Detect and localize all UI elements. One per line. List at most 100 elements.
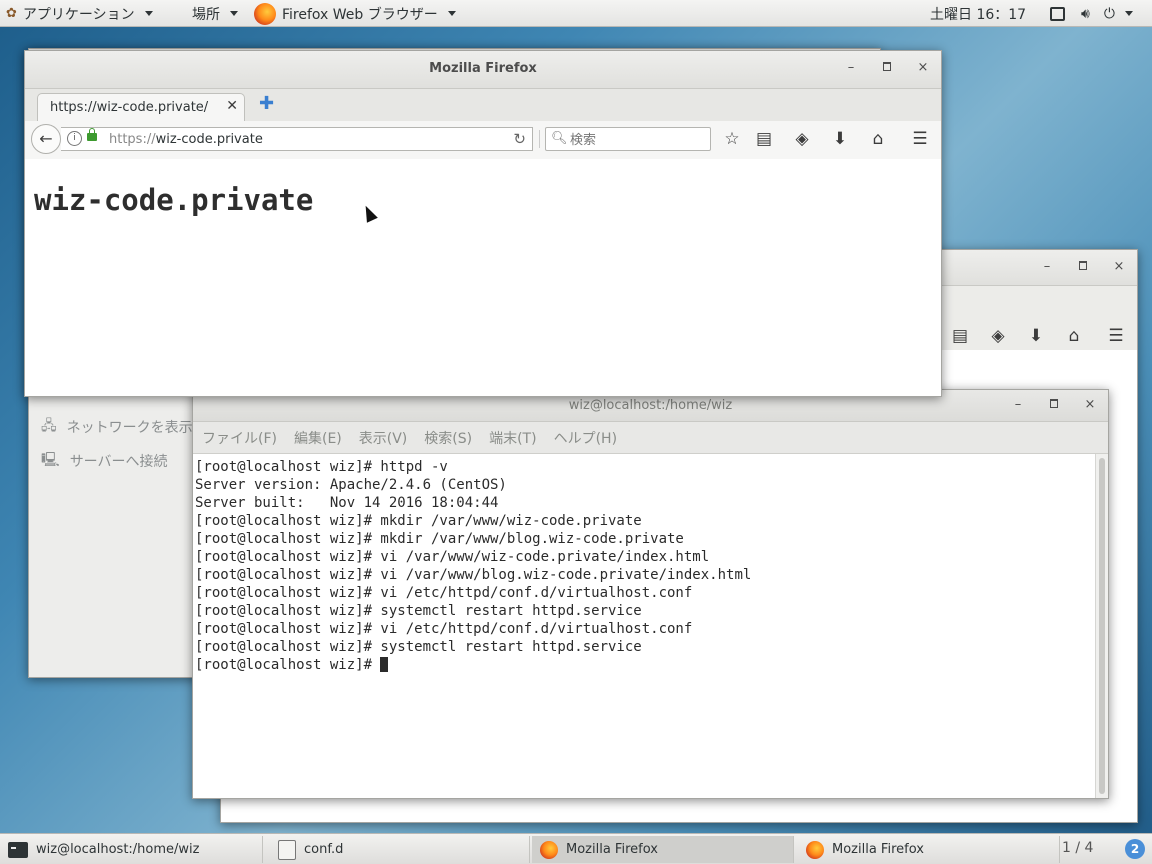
terminal-line: [root@localhost wiz]# systemctl restart … [195,603,642,619]
close-button[interactable]: × [1080,396,1100,414]
places-label: 場所 [192,6,220,23]
terminal-line: [root@localhost wiz]# vi /var/www/blog.w… [195,567,752,583]
url-bar[interactable]: i https://wiz-code.private ↻ [61,127,540,151]
terminal-menubar: ファイル(F) 編集(E) 表示(V) 検索(S) 端末(T) ヘルプ(H) [193,422,1108,454]
maximize-button[interactable] [1073,258,1093,276]
download-icon[interactable]: ⬇ [1025,326,1047,346]
applications-menu[interactable]: ✿ アプリケーション [6,4,153,23]
search-bar[interactable]: 🔍︎ [545,127,711,151]
task-label: Mozilla Firefox [566,842,658,857]
text-cursor [380,657,389,672]
new-tab-button[interactable]: ✚ [259,93,274,114]
info-icon[interactable]: i [67,131,82,146]
minimize-button[interactable]: – [1037,258,1057,276]
pocket-icon[interactable]: ◈ [791,129,813,149]
active-app-label: Firefox Web ブラウザー [282,6,438,23]
home-icon[interactable]: ⌂ [1063,326,1085,346]
hamburger-menu-icon[interactable]: ☰ [1105,326,1127,346]
chevron-down-icon [144,11,153,16]
workspace-indicator[interactable]: 1 / 4 [1062,840,1093,856]
navigation-toolbar: i https://wiz-code.private ↻ ← 🔍︎ ☆ ▤ ◈ … [25,121,941,160]
close-tab-icon[interactable]: ✕ [226,98,238,114]
file-icon [278,839,296,860]
sidebar-item-connect-server[interactable]: 🖳 サーバーへ接続 [41,449,168,473]
firefox-titlebar[interactable]: Mozilla Firefox – × [25,51,941,89]
notification-badge[interactable]: 2 [1125,839,1145,859]
url-separator [539,130,540,148]
page-heading: wiz-code.private [34,183,314,217]
firefox-icon [540,840,558,859]
reading-list-icon[interactable]: ▤ [949,326,971,346]
terminal-line: [root@localhost wiz]# vi /etc/httpd/conf… [195,585,693,601]
power-icon: ⏻ [1103,5,1115,22]
minimize-button[interactable]: – [1008,396,1028,414]
pocket-icon[interactable]: ◈ [987,326,1009,346]
firefox-window[interactable]: Mozilla Firefox – × https://wiz-code.pri… [24,50,942,397]
firefox-icon [254,2,276,25]
terminal-line: [root@localhost wiz]# systemctl restart … [195,639,642,655]
terminal-title: wiz@localhost:/home/wiz [568,398,733,413]
terminal-prompt-line: [root@localhost wiz]# [195,656,1096,674]
maximize-button[interactable] [1044,396,1064,414]
menu-terminal[interactable]: 端末(T) [489,428,536,448]
tab-label: https://wiz-code.private/ [50,100,209,115]
tab-wiz-code[interactable]: https://wiz-code.private/ ✕ [37,93,245,122]
menu-edit[interactable]: 編集(E) [294,428,342,448]
applications-label: アプリケーション [22,6,135,23]
hamburger-menu-icon[interactable]: ☰ [909,129,931,149]
menu-view[interactable]: 表示(V) [359,428,408,448]
task-conf-d[interactable]: conf.d [268,836,530,863]
server-icon: 🖳 [41,452,60,468]
network-icon: 🖧 [41,418,57,434]
clock-label: 土曜日 16：17 [930,6,1027,23]
url-scheme: https:// [109,132,156,147]
system-menu[interactable]: 🔊︎ ⏻ [1050,4,1133,23]
terminal-line: [root@localhost wiz]# vi /etc/httpd/conf… [195,621,693,637]
firefox-title: Mozilla Firefox [429,61,537,76]
tab-strip: https://wiz-code.private/ ✕ ✚ [25,89,941,122]
volume-icon: 🔊︎ [1081,5,1090,22]
close-button[interactable]: × [913,59,933,77]
reload-icon[interactable]: ↻ [513,130,526,148]
sidebar-item-label: サーバーへ接続 [69,454,168,470]
task-firefox-1[interactable]: Mozilla Firefox [532,836,794,863]
window-icon [1050,6,1065,21]
back-button[interactable]: ← [31,124,61,154]
task-terminal[interactable]: wiz@localhost:/home/wiz [0,836,263,863]
menu-help[interactable]: ヘルプ(H) [554,428,617,448]
terminal-output[interactable]: [root@localhost wiz]# httpd -v Server ver… [193,454,1096,798]
chevron-down-icon [230,11,238,16]
search-input[interactable] [568,130,710,150]
lock-icon[interactable] [87,128,97,141]
terminal-line: [root@localhost wiz]# mkdir /var/www/wiz… [195,513,642,529]
close-button[interactable]: × [1109,258,1129,276]
reading-list-icon[interactable]: ▤ [753,129,775,149]
page-content[interactable]: wiz-code.private [25,159,941,396]
chevron-down-icon [1124,11,1133,16]
sidebar-item-network[interactable]: 🖧 ネットワークを表示 [41,415,193,439]
download-icon[interactable]: ⬇ [829,129,851,149]
terminal-line: Server built: Nov 14 2016 18:04:44 [195,495,499,511]
terminal-scrollbar[interactable] [1095,454,1108,798]
task-label: Mozilla Firefox [832,842,924,857]
places-menu[interactable]: 場所 [192,4,238,23]
window-list-bar: wiz@localhost:/home/wiz conf.d Mozilla F… [0,833,1152,864]
task-firefox-2[interactable]: Mozilla Firefox [798,836,1060,863]
active-app-menu[interactable]: Firefox Web ブラウザー [254,0,456,27]
bookmark-star-icon[interactable]: ☆ [721,129,743,149]
chevron-down-icon [447,11,456,16]
scrollbar-thumb[interactable] [1099,458,1105,794]
clock[interactable]: 土曜日 16：17 [930,4,1026,23]
task-label: wiz@localhost:/home/wiz [36,842,200,857]
terminal-window[interactable]: wiz@localhost:/home/wiz – × ファイル(F) 編集(E… [192,389,1109,799]
terminal-line: Server version: Apache/2.4.6 (CentOS) [195,477,507,493]
firefox-icon [806,840,824,859]
maximize-button[interactable] [877,59,897,77]
menu-file[interactable]: ファイル(F) [202,428,277,448]
terminal-icon [8,841,28,858]
minimize-button[interactable]: – [841,59,861,77]
search-icon: 🔍︎ [551,131,568,146]
home-icon[interactable]: ⌂ [867,129,889,149]
menu-search[interactable]: 検索(S) [424,428,472,448]
terminal-prompt: [root@localhost wiz]# [195,657,381,673]
